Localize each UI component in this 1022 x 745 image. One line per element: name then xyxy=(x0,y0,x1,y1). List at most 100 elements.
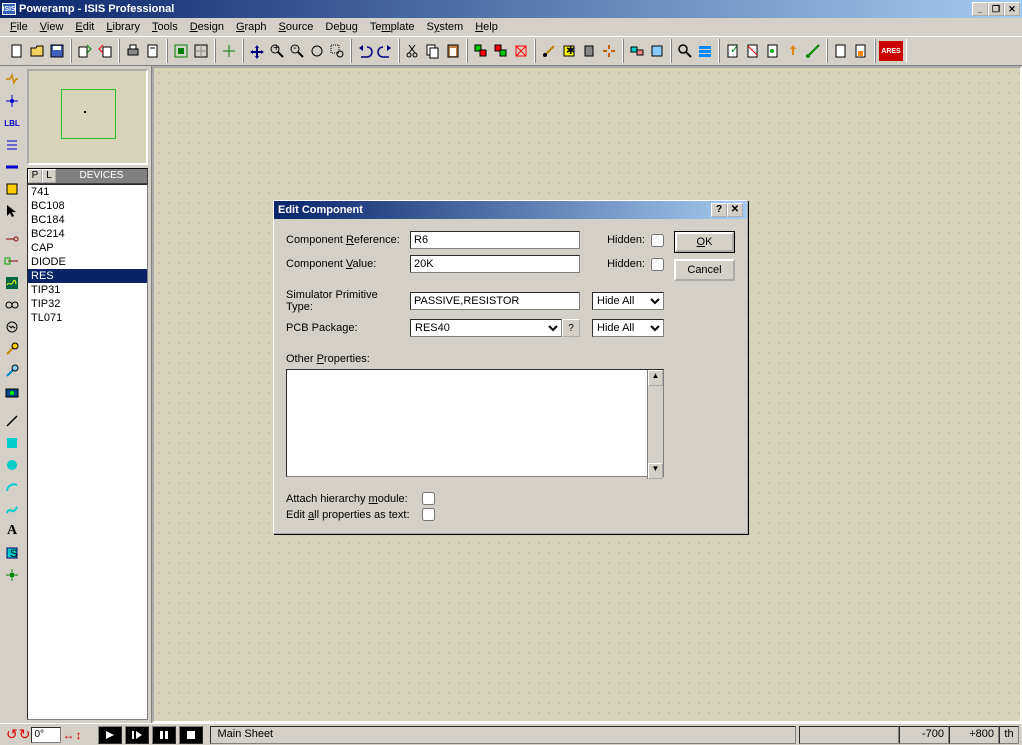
value-hidden-checkbox[interactable] xyxy=(651,258,664,271)
cut-icon[interactable] xyxy=(403,41,423,61)
step-button[interactable] xyxy=(125,726,149,744)
device-list-item[interactable]: BC214 xyxy=(28,227,147,241)
path-mode-icon[interactable] xyxy=(2,499,22,519)
arc-mode-icon[interactable] xyxy=(2,477,22,497)
junction-mode-icon[interactable] xyxy=(2,91,22,111)
new-icon[interactable] xyxy=(7,41,27,61)
dialog-titlebar[interactable]: Edit Component ? ✕ xyxy=(274,201,747,219)
bus-mode-icon[interactable] xyxy=(2,157,22,177)
report2-icon[interactable] xyxy=(851,41,871,61)
component-mode-icon[interactable] xyxy=(2,69,22,89)
menu-edit[interactable]: Edit xyxy=(69,19,100,35)
menu-tools[interactable]: Tools xyxy=(146,19,184,35)
block-delete-icon[interactable] xyxy=(511,41,531,61)
block-move-icon[interactable] xyxy=(491,41,511,61)
save-icon[interactable] xyxy=(47,41,67,61)
rotate-ccw-icon[interactable]: ↺ xyxy=(6,726,18,743)
scroll-down-icon[interactable]: ▼ xyxy=(648,463,663,479)
voltage-probe-icon[interactable] xyxy=(2,339,22,359)
sim-visibility-select[interactable]: Hide All xyxy=(592,292,664,310)
decompose-icon[interactable] xyxy=(599,41,619,61)
paste-icon[interactable] xyxy=(443,41,463,61)
zoom-all-icon[interactable] xyxy=(307,41,327,61)
graph-mode-icon[interactable] xyxy=(2,273,22,293)
device-list-item[interactable]: TIP31 xyxy=(28,283,147,297)
device-list-item[interactable]: BC108 xyxy=(28,199,147,213)
pcb-visibility-select[interactable]: Hide All xyxy=(592,319,664,337)
search-icon[interactable] xyxy=(675,41,695,61)
library-button[interactable]: L xyxy=(42,169,56,183)
device-list-item[interactable]: RES xyxy=(28,269,147,283)
play-button[interactable] xyxy=(98,726,122,744)
zoom-in-icon[interactable]: + xyxy=(267,41,287,61)
generator-mode-icon[interactable] xyxy=(2,317,22,337)
label-mode-icon[interactable]: LBL xyxy=(2,113,22,133)
ares-nav-icon[interactable] xyxy=(803,41,823,61)
refresh-icon[interactable] xyxy=(171,41,191,61)
device-list[interactable]: 741BC108BC184BC214CAPDIODERESTIP31TIP32T… xyxy=(27,184,148,720)
text-mode-icon[interactable]: A xyxy=(2,521,22,541)
ares-icon[interactable]: ARES xyxy=(879,41,903,61)
attach-hierarchy-checkbox[interactable] xyxy=(422,492,435,505)
device-list-item[interactable]: BC184 xyxy=(28,213,147,227)
menu-file[interactable]: File xyxy=(4,19,34,35)
pcb-package-select[interactable]: RES40 xyxy=(410,319,562,337)
subcircuit-mode-icon[interactable] xyxy=(2,179,22,199)
current-probe-icon[interactable] xyxy=(2,361,22,381)
scroll-up-icon[interactable]: ▲ xyxy=(648,370,663,386)
device-list-item[interactable]: TL071 xyxy=(28,311,147,325)
compile-icon[interactable] xyxy=(783,41,803,61)
maximize-button[interactable]: ❐ xyxy=(988,2,1004,16)
bom-icon[interactable] xyxy=(763,41,783,61)
device-list-item[interactable]: TIP32 xyxy=(28,297,147,311)
print-setup-icon[interactable] xyxy=(143,41,163,61)
textarea-scrollbar[interactable]: ▲ ▼ xyxy=(647,370,663,479)
script-mode-icon[interactable] xyxy=(2,135,22,155)
origin-icon[interactable] xyxy=(219,41,239,61)
device-list-item[interactable]: 741 xyxy=(28,185,147,199)
pan-icon[interactable] xyxy=(247,41,267,61)
circle-mode-icon[interactable] xyxy=(2,455,22,475)
dialog-help-button[interactable]: ? xyxy=(711,203,727,217)
open-icon[interactable] xyxy=(27,41,47,61)
tape-mode-icon[interactable] xyxy=(2,295,22,315)
pin-mode-icon[interactable] xyxy=(2,251,22,271)
menu-help[interactable]: Help xyxy=(469,19,504,35)
zoom-area-icon[interactable] xyxy=(327,41,347,61)
report1-icon[interactable] xyxy=(831,41,851,61)
flip-horizontal-icon[interactable]: ↔ xyxy=(62,728,74,742)
stop-button[interactable] xyxy=(179,726,203,744)
device-list-item[interactable]: CAP xyxy=(28,241,147,255)
property-icon[interactable] xyxy=(695,41,715,61)
reference-hidden-checkbox[interactable] xyxy=(651,234,664,247)
erc-icon[interactable]: ✓ xyxy=(723,41,743,61)
pcb-package-browse-button[interactable]: ? xyxy=(562,319,580,337)
rotate-cw-icon[interactable]: ↻ xyxy=(19,726,31,743)
export-icon[interactable] xyxy=(95,41,115,61)
import-icon[interactable] xyxy=(75,41,95,61)
redo-icon[interactable] xyxy=(375,41,395,61)
menu-design[interactable]: Design xyxy=(184,19,230,35)
text-tool-icon[interactable] xyxy=(647,41,667,61)
selection-mode-icon[interactable] xyxy=(2,201,22,221)
make-icon[interactable]: ✱ xyxy=(559,41,579,61)
dialog-close-button[interactable]: ✕ xyxy=(727,203,743,217)
terminal-mode-icon[interactable] xyxy=(2,229,22,249)
edit-all-properties-checkbox[interactable] xyxy=(422,508,435,521)
close-button[interactable]: ✕ xyxy=(1004,2,1020,16)
menu-view[interactable]: View xyxy=(34,19,70,35)
menu-graph[interactable]: Graph xyxy=(230,19,273,35)
component-reference-input[interactable] xyxy=(410,231,580,249)
zoom-out-icon[interactable]: - xyxy=(287,41,307,61)
device-list-item[interactable]: DIODE xyxy=(28,255,147,269)
simulator-primitive-input[interactable] xyxy=(410,292,580,310)
ok-button[interactable]: OK xyxy=(674,231,735,253)
package-icon[interactable] xyxy=(579,41,599,61)
menu-system[interactable]: System xyxy=(421,19,470,35)
print-icon[interactable] xyxy=(123,41,143,61)
pause-button[interactable] xyxy=(152,726,176,744)
component-value-input[interactable] xyxy=(410,255,580,273)
minimize-button[interactable]: _ xyxy=(972,2,988,16)
marker-mode-icon[interactable] xyxy=(2,565,22,585)
menu-library[interactable]: Library xyxy=(100,19,146,35)
